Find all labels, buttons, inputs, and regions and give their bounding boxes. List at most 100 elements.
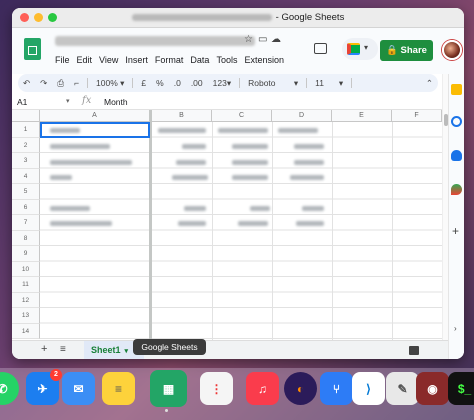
cloud-status-icon[interactable]: ☁ bbox=[271, 34, 281, 45]
toolbar-divider bbox=[306, 78, 308, 88]
sheets-logo-icon[interactable] bbox=[24, 38, 41, 60]
name-box[interactable]: A1 bbox=[17, 97, 27, 107]
share-label: Share bbox=[400, 45, 427, 56]
zoom-value: 100% bbox=[96, 77, 118, 88]
zoom-select[interactable]: 100% ▾ bbox=[91, 78, 129, 89]
percent-format-button[interactable]: % bbox=[151, 78, 169, 88]
blurred-cell bbox=[176, 160, 206, 165]
menu-tools[interactable]: Tools bbox=[216, 55, 237, 65]
keep-icon[interactable] bbox=[451, 84, 462, 95]
star-icon[interactable]: ☆ bbox=[244, 34, 253, 45]
row-header[interactable]: 2 bbox=[12, 137, 40, 153]
row-header[interactable]: 7 bbox=[12, 215, 40, 231]
chevron-down-icon: ▾ bbox=[364, 43, 369, 52]
share-button[interactable]: 🔒 Share bbox=[380, 40, 433, 61]
row-header[interactable]: 11 bbox=[12, 277, 40, 293]
row-header[interactable]: 4 bbox=[12, 168, 40, 184]
menu-format[interactable]: Format bbox=[155, 55, 184, 65]
number-format-select[interactable]: 123▾ bbox=[208, 78, 236, 89]
menu-file[interactable]: File bbox=[55, 55, 70, 65]
all-sheets-icon[interactable]: ≡ bbox=[60, 344, 66, 355]
reminders-icon[interactable]: ⋮ bbox=[200, 372, 233, 405]
tasks-icon[interactable] bbox=[451, 116, 462, 127]
menu-extensions[interactable]: Extension bbox=[244, 55, 284, 65]
docs-header: ☆ ▭ ☁ File Edit View Insert Format Data … bbox=[12, 28, 464, 74]
row-header[interactable]: 13 bbox=[12, 308, 40, 324]
script-editor-icon[interactable]: ✎ bbox=[386, 372, 419, 405]
blurred-cell bbox=[232, 144, 268, 149]
row-header[interactable]: 3 bbox=[12, 153, 40, 169]
plus-icon[interactable]: + bbox=[452, 224, 459, 238]
font-value: Roboto bbox=[248, 77, 276, 88]
menu-edit[interactable]: Edit bbox=[77, 55, 93, 65]
font-size-value: 11 bbox=[315, 77, 324, 88]
row-header[interactable]: 8 bbox=[12, 230, 40, 246]
vscode-icon[interactable]: ⟩ bbox=[352, 372, 385, 405]
blurred-cell bbox=[50, 175, 72, 180]
blurred-cell bbox=[50, 144, 110, 149]
sheet-bar: + ≡ Sheet1 ▾ bbox=[12, 340, 448, 359]
chevron-down-icon[interactable]: ▾ bbox=[66, 97, 70, 105]
contacts-icon[interactable] bbox=[451, 150, 462, 161]
firefox-icon[interactable]: ◐ bbox=[284, 372, 317, 405]
formula-bar: A1 ▾ fx Month bbox=[12, 94, 442, 110]
row-header[interactable]: 14 bbox=[12, 323, 40, 339]
font-size-select[interactable]: 11 ▾ bbox=[310, 78, 348, 89]
row-header[interactable]: 1 bbox=[12, 122, 40, 138]
redo-icon[interactable]: ↷ bbox=[35, 78, 52, 89]
column-header[interactable]: C bbox=[212, 110, 272, 122]
menu-data[interactable]: Data bbox=[190, 55, 209, 65]
cell-area[interactable] bbox=[40, 122, 442, 340]
select-all-corner[interactable] bbox=[12, 110, 40, 122]
row-header[interactable]: 9 bbox=[12, 246, 40, 262]
add-sheet-button[interactable]: + bbox=[41, 343, 47, 355]
mail-icon[interactable]: ✉ bbox=[62, 372, 95, 405]
menu-view[interactable]: View bbox=[99, 55, 118, 65]
blurred-cell bbox=[278, 128, 318, 133]
increase-decimal-button[interactable]: .00 bbox=[186, 78, 208, 88]
column-header[interactable]: F bbox=[392, 110, 442, 122]
dock: ✆ ✈ 2 ✉ ≡ ▦ ⋮ ♫ ◐ ⑂ ⟩ ✎ ◉ $_ bbox=[0, 368, 474, 420]
window-title-suffix: - Google Sheets bbox=[275, 12, 345, 23]
maps-icon[interactable] bbox=[451, 184, 462, 195]
chevron-down-icon[interactable]: ▾ bbox=[125, 348, 129, 355]
move-folder-icon[interactable]: ▭ bbox=[258, 34, 267, 45]
menu-insert[interactable]: Insert bbox=[125, 55, 148, 65]
chevron-right-icon[interactable]: › bbox=[454, 324, 457, 333]
music-icon[interactable]: ♫ bbox=[246, 372, 279, 405]
paint-format-icon[interactable]: ⌐ bbox=[69, 78, 84, 88]
testflight-icon[interactable]: ✈ 2 bbox=[26, 369, 62, 405]
whatsapp-icon[interactable]: ✆ bbox=[0, 372, 19, 405]
notes-icon[interactable]: ≡ bbox=[102, 372, 135, 405]
decrease-decimal-button[interactable]: .0 bbox=[169, 78, 186, 88]
spreadsheet-grid: A B C D E F 1 2 3 4 5 6 7 8 9 10 11 12 1… bbox=[12, 110, 442, 340]
blurred-cell bbox=[250, 206, 270, 211]
database-icon[interactable]: ◉ bbox=[416, 372, 449, 405]
row-header[interactable]: 5 bbox=[12, 184, 40, 200]
blurred-cell bbox=[232, 160, 268, 165]
row-header[interactable]: 6 bbox=[12, 199, 40, 215]
google-sheets-dock-icon[interactable]: ▦ bbox=[150, 370, 187, 412]
column-header[interactable]: A bbox=[40, 110, 150, 122]
row-header[interactable]: 12 bbox=[12, 292, 40, 308]
frozen-column-divider[interactable] bbox=[149, 110, 152, 340]
terminal-icon[interactable]: $_ bbox=[448, 372, 474, 405]
blurred-cell bbox=[50, 128, 80, 133]
document-title-blurred[interactable] bbox=[55, 36, 255, 46]
formula-input[interactable]: Month bbox=[104, 97, 128, 107]
print-icon[interactable]: ⎙ bbox=[52, 78, 69, 89]
font-select[interactable]: Roboto ▾ bbox=[243, 78, 303, 89]
undo-icon[interactable]: ↶ bbox=[18, 78, 35, 89]
fork-icon[interactable]: ⑂ bbox=[320, 372, 353, 405]
chevron-up-icon[interactable]: ⌃ bbox=[421, 78, 438, 89]
column-header[interactable]: B bbox=[152, 110, 212, 122]
comment-history-icon[interactable] bbox=[314, 43, 327, 54]
avatar[interactable] bbox=[442, 40, 462, 60]
column-header[interactable]: E bbox=[332, 110, 392, 122]
row-header[interactable]: 10 bbox=[12, 261, 40, 277]
explore-icon[interactable] bbox=[409, 346, 419, 355]
column-header[interactable]: D bbox=[272, 110, 332, 122]
currency-format-button[interactable]: £ bbox=[136, 78, 151, 88]
meet-button[interactable]: ▾ bbox=[342, 38, 378, 60]
menu-bar: File Edit View Insert Format Data Tools … bbox=[55, 55, 284, 65]
